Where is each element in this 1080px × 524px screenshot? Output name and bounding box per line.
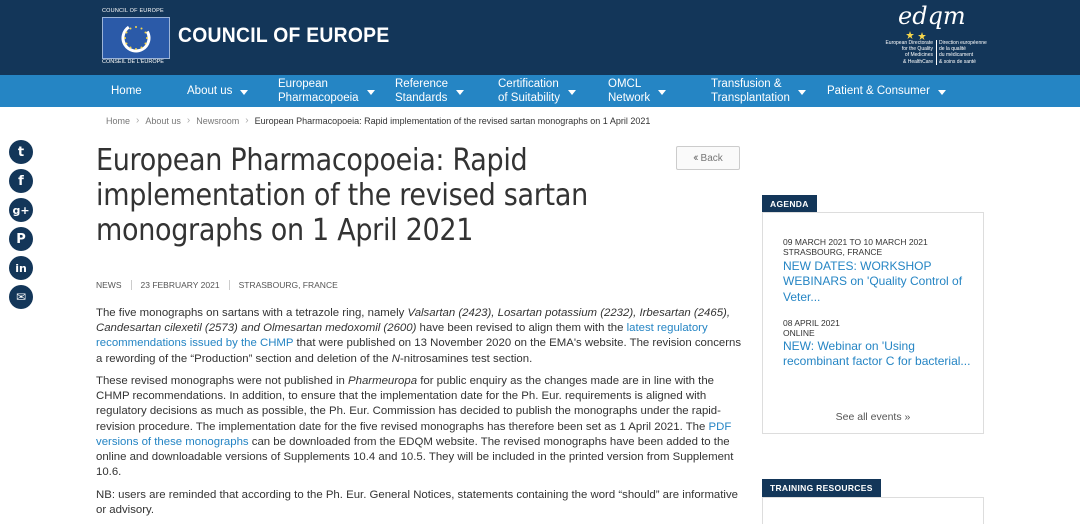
page-title: European Pharmacopoeia: Rapid implementa… [96, 143, 588, 248]
google-plus-icon[interactable]: g+ [9, 198, 33, 222]
breadcrumb-newsroom[interactable]: Newsroom [196, 116, 239, 126]
nav-item-european-pharmacopoeia[interactable]: European Pharmacopoeia [278, 75, 375, 107]
email-icon[interactable]: ✉ [9, 285, 33, 309]
nav-item-transfusion[interactable]: Transfusion & Transplantation [711, 75, 806, 107]
edqm-text-en: European Directorate for the Quality of Me… [885, 40, 933, 65]
article-location: STRASBOURG, FRANCE [238, 280, 338, 290]
edqm-wordmark: edqm [898, 2, 966, 30]
coe-logo-top-text: COUNCIL OF EUROPE [102, 8, 164, 14]
breadcrumb-separator-icon: › [245, 115, 249, 126]
see-all-events-link[interactable]: See all events » [763, 411, 983, 423]
caret-down-icon [658, 89, 667, 95]
caret-down-icon [456, 89, 465, 95]
event-link[interactable]: NEW DATES: WORKSHOP WEBINARS on 'Quality… [783, 259, 973, 305]
site-header: COUNCIL OF EUROPE CONSEIL DE L'EUROPE CO… [0, 0, 1080, 75]
caret-down-icon [797, 89, 806, 95]
main-nav: Home About us European Pharmacopoeia Ref… [0, 75, 1080, 107]
article-meta: NEWS 23 FEBRUARY 2021 STRASBOURG, FRANCE [96, 280, 338, 290]
event-date: 09 MARCH 2021 TO 10 MARCH 2021 STRASBOUR… [783, 237, 928, 257]
coe-logo[interactable]: COUNCIL OF EUROPE CONSEIL DE L'EUROPE [102, 8, 170, 65]
breadcrumb: Home › About us › Newsroom › European Ph… [106, 115, 650, 126]
edqm-logo[interactable]: edqm European Directorate for the Quality… [880, 2, 992, 74]
breadcrumb-about-us[interactable]: About us [145, 116, 181, 126]
training-resources-label: TRAINING RESOURCES [762, 479, 881, 497]
nav-item-certification[interactable]: Certification of Suitability [498, 75, 577, 107]
caret-down-icon [937, 89, 946, 95]
nav-item-patient-consumer[interactable]: Patient & Consumer [827, 75, 946, 107]
article-paragraph: These revised monographs were not publis… [96, 375, 734, 479]
edqm-stars-icon [906, 31, 926, 40]
double-chevron-left-icon: ‹‹ [693, 152, 699, 164]
pinterest-icon[interactable]: P [9, 227, 33, 251]
edqm-text-fr: Direction européenne de la qualité du médi… [936, 40, 992, 65]
breadcrumb-separator-icon: › [186, 115, 191, 126]
article-paragraph: The five monographs on sartans with a te… [96, 307, 742, 365]
nav-item-about-us[interactable]: About us [187, 75, 249, 107]
breadcrumb-separator-icon: › [136, 115, 140, 126]
site-title[interactable]: COUNCIL OF EUROPE [178, 24, 390, 48]
event-link[interactable]: NEW: Webinar on 'Using recombinant facto… [783, 339, 973, 370]
coe-flag-icon [102, 17, 170, 59]
caret-down-icon [366, 89, 375, 95]
back-button[interactable]: ‹‹ Back [676, 146, 740, 170]
twitter-icon[interactable]: t [9, 140, 33, 164]
article-paragraph: NB: users are reminded that according to… [96, 489, 738, 517]
caret-down-icon [240, 89, 249, 95]
agenda-label: AGENDA [762, 195, 817, 213]
nav-item-omcl-network[interactable]: OMCL Network [608, 75, 667, 107]
coe-logo-bottom-text: CONSEIL DE L'EUROPE [102, 59, 164, 65]
article-category[interactable]: NEWS [96, 280, 122, 290]
nav-item-reference-standards[interactable]: Reference Standards [395, 75, 465, 107]
breadcrumb-home[interactable]: Home [106, 116, 130, 126]
linkedin-icon[interactable]: in [9, 256, 33, 280]
training-resources-box [762, 497, 984, 524]
facebook-icon[interactable]: f [9, 169, 33, 193]
nav-item-home[interactable]: Home [111, 75, 142, 107]
article-date: 23 FEBRUARY 2021 [140, 280, 220, 290]
breadcrumb-current: European Pharmacopoeia: Rapid implementa… [254, 115, 651, 126]
back-button-label: Back [700, 152, 723, 164]
event-date: 08 APRIL 2021 ONLINE [783, 318, 840, 338]
agenda-box: 09 MARCH 2021 TO 10 MARCH 2021 STRASBOUR… [762, 212, 984, 434]
caret-down-icon [568, 89, 577, 95]
